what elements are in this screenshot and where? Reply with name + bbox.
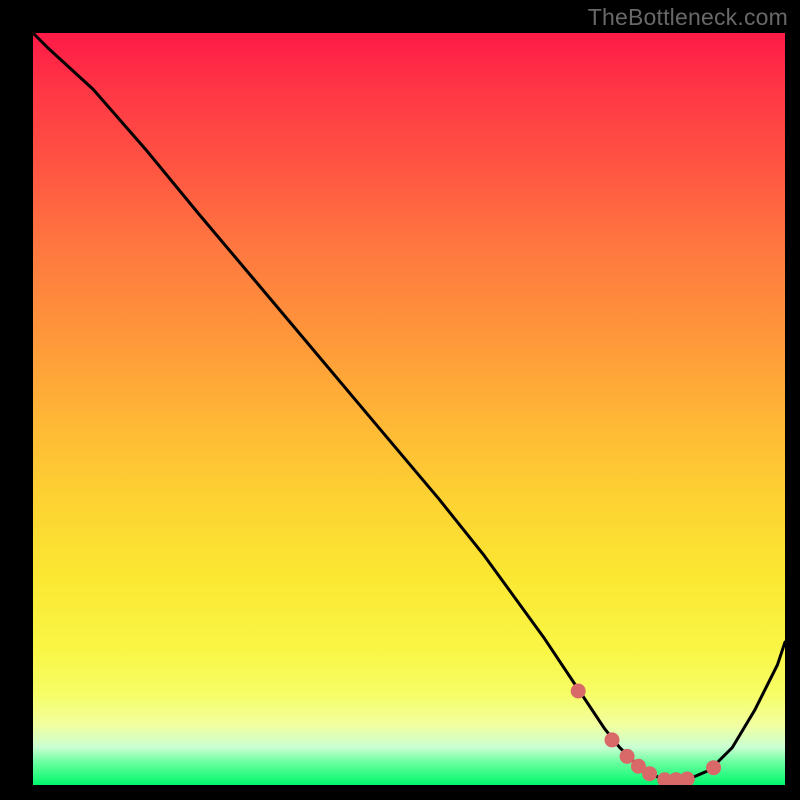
- plot-gradient-area: [33, 33, 785, 785]
- chart-container: { "watermark": "TheBottleneck.com", "cha…: [0, 0, 800, 800]
- watermark-text: TheBottleneck.com: [588, 4, 788, 31]
